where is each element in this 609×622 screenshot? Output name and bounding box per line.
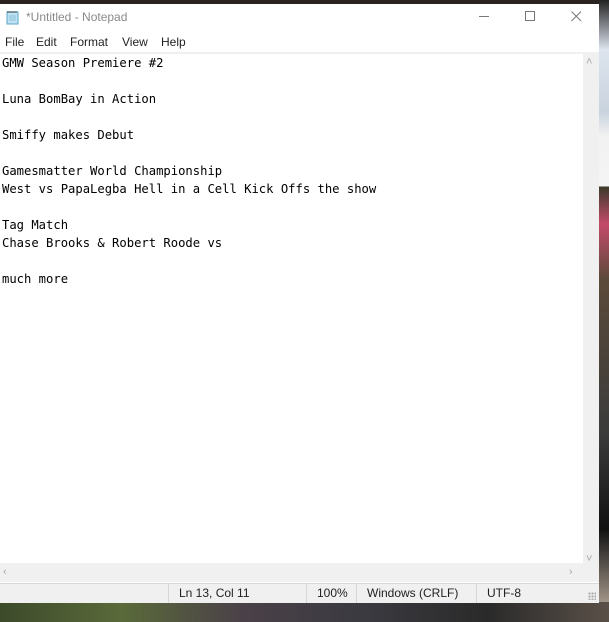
minimize-icon	[478, 9, 490, 27]
scroll-left-arrow-icon[interactable]: ‹	[3, 566, 7, 578]
menu-help[interactable]: Help	[161, 35, 186, 49]
text-editor[interactable]: GMW Season Premiere #2 Luna BomBay in Ac…	[0, 54, 583, 563]
maximize-icon	[524, 9, 536, 27]
scroll-up-arrow-icon[interactable]: ˄	[586, 56, 592, 68]
title-bar[interactable]: *Untitled - Notepad	[0, 4, 599, 31]
menu-bar: File Edit Format View Help	[0, 32, 599, 52]
notepad-icon	[5, 9, 21, 25]
status-bar: Ln 13, Col 11 100% Windows (CRLF) UTF-8	[0, 583, 599, 603]
close-icon	[570, 9, 582, 27]
horizontal-scrollbar[interactable]: ‹ ›	[0, 565, 599, 582]
desktop-background	[599, 0, 609, 622]
menu-edit[interactable]: Edit	[36, 35, 57, 49]
window-title: *Untitled - Notepad	[26, 10, 128, 24]
editor-area: GMW Season Premiere #2 Luna BomBay in Ac…	[0, 52, 599, 565]
desktop-wallpaper	[0, 602, 609, 622]
menu-file[interactable]: File	[5, 35, 24, 49]
resize-grip-icon[interactable]	[588, 592, 596, 600]
encoding: UTF-8	[476, 584, 599, 603]
scroll-right-arrow-icon[interactable]: ›	[569, 566, 573, 578]
notepad-window: *Untitled - Notepad File Edit Format Vie…	[0, 4, 599, 603]
close-button[interactable]	[553, 4, 599, 31]
scroll-down-arrow-icon[interactable]: ˅	[586, 553, 592, 565]
maximize-button[interactable]	[507, 4, 553, 31]
cursor-position: Ln 13, Col 11	[168, 584, 306, 603]
minimize-button[interactable]	[461, 4, 507, 31]
line-ending: Windows (CRLF)	[356, 584, 476, 603]
zoom-level: 100%	[306, 584, 356, 603]
editor-content[interactable]: GMW Season Premiere #2 Luna BomBay in Ac…	[0, 54, 583, 288]
menu-format[interactable]: Format	[70, 35, 108, 49]
vertical-scrollbar[interactable]: ˄ ˅	[583, 52, 599, 565]
menu-view[interactable]: View	[122, 35, 148, 49]
